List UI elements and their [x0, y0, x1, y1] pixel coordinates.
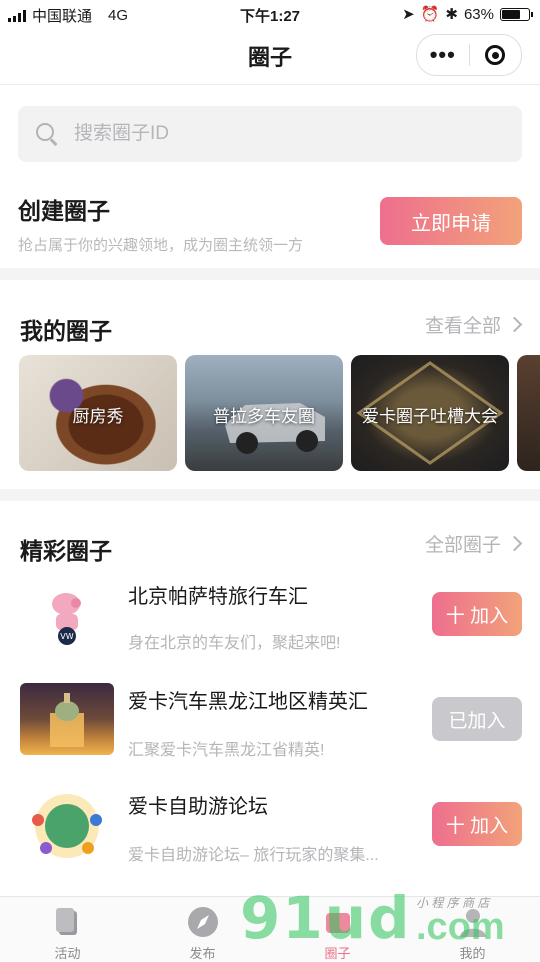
miniprogram-capsule: ••• — [416, 34, 522, 76]
circle-desc: 身在北京的车友们，聚起来吧! — [128, 635, 341, 652]
user-icon — [459, 909, 486, 937]
tab-bar: 活动 发布 圈子 我的 — [0, 896, 540, 961]
circle-avatar: VW — [20, 578, 114, 650]
tab-mine[interactable]: 我的 — [405, 897, 540, 961]
tab-label: 活动 — [54, 946, 81, 961]
circle-avatar — [20, 683, 114, 755]
view-all-link[interactable]: 查看全部 — [424, 311, 523, 338]
circle-desc: 汇聚爱卡汽车黑龙江省精英! — [128, 742, 325, 759]
tab-circle[interactable]: 圈子 — [270, 897, 405, 961]
battery-icon — [500, 7, 533, 21]
bluetooth-icon: ✱ — [445, 6, 458, 23]
featured-circles-title: 精彩圈子 — [20, 538, 112, 564]
circle-name: 爱卡汽车黑龙江地区精英汇 — [128, 691, 368, 713]
location-icon: ➤ — [402, 6, 415, 23]
all-circles-label: 全部圈子 — [424, 535, 501, 556]
cathedral-image — [50, 693, 84, 747]
svg-text:VW: VW — [60, 632, 73, 641]
status-bar: 中国联通 4G 下午1:27 ➤ ⏰ ✱ 63% — [0, 0, 540, 28]
create-circle-desc: 抢占属于你的兴趣领地，成为圈主统领一方 — [18, 237, 304, 254]
search-bar[interactable] — [18, 106, 522, 162]
circle-name: 北京帕萨特旅行车汇 — [128, 586, 308, 608]
circle-name: 爱卡自助游论坛 — [128, 796, 268, 818]
circle-avatar — [20, 790, 114, 862]
tab-label: 我的 — [459, 946, 486, 961]
circle-card-partial[interactable] — [517, 355, 540, 471]
activity-icon — [55, 908, 77, 935]
search-icon — [36, 123, 58, 145]
travel-forum-logo-image — [32, 794, 102, 858]
circle-card-label: 厨房秀 — [72, 407, 124, 426]
circle-card-label: 普拉多车友圈 — [213, 407, 315, 426]
circle-desc: 爱卡自助游论坛– 旅行玩家的聚集... — [128, 847, 379, 864]
circle-list-item[interactable]: VW 北京帕萨特旅行车汇 身在北京的车友们，聚起来吧! 十 加入 — [0, 576, 540, 676]
join-button[interactable]: 十 加入 — [432, 802, 522, 846]
status-right: ➤ ⏰ ✱ 63% — [402, 5, 533, 23]
search-input[interactable] — [72, 122, 476, 146]
circle-card-label: 爱卡圈子吐槽大会 — [362, 407, 498, 426]
circle-list-item[interactable]: 爱卡汽车黑龙江地区精英汇 汇聚爱卡汽车黑龙江省精英! 已加入 — [0, 681, 540, 781]
pig-mascot-image: VW — [52, 593, 81, 645]
joined-button[interactable]: 已加入 — [432, 697, 522, 741]
tab-label: 圈子 — [324, 946, 351, 961]
tab-activity[interactable]: 活动 — [0, 897, 135, 961]
battery-percent: 63% — [463, 5, 494, 23]
close-miniprogram-button[interactable] — [469, 45, 521, 65]
alarm-icon: ⏰ — [420, 6, 440, 23]
chevron-right-icon — [506, 316, 523, 333]
tab-publish[interactable]: 发布 — [135, 897, 270, 961]
tab-label: 发布 — [189, 946, 216, 961]
circle-card-roast[interactable]: 爱卡圈子吐槽大会 — [351, 355, 509, 471]
compass-icon — [187, 907, 218, 937]
circle-card-kitchen[interactable]: 厨房秀 — [19, 355, 177, 471]
target-icon — [485, 45, 506, 65]
circle-card-prado[interactable]: 普拉多车友圈 — [185, 355, 343, 471]
circle-tab-icon — [325, 913, 350, 933]
more-button[interactable]: ••• — [417, 35, 469, 75]
navigation-bar: 圈子 ••• — [0, 28, 540, 85]
view-all-label: 查看全部 — [424, 316, 501, 337]
section-divider — [0, 268, 540, 280]
section-divider — [0, 489, 540, 501]
join-button[interactable]: 十 加入 — [432, 592, 522, 636]
my-circles-carousel[interactable]: 厨房秀 普拉多车友圈 爱卡圈子吐槽大会 — [19, 355, 540, 473]
my-circles-title: 我的圈子 — [20, 318, 112, 344]
all-circles-link[interactable]: 全部圈子 — [424, 530, 523, 557]
apply-now-button[interactable]: 立即申请 — [380, 197, 522, 245]
chevron-right-icon — [506, 535, 523, 552]
circle-list-item[interactable]: 爱卡自助游论坛 爱卡自助游论坛– 旅行玩家的聚集... 十 加入 — [0, 786, 540, 886]
create-circle-title: 创建圈子 — [18, 198, 110, 224]
